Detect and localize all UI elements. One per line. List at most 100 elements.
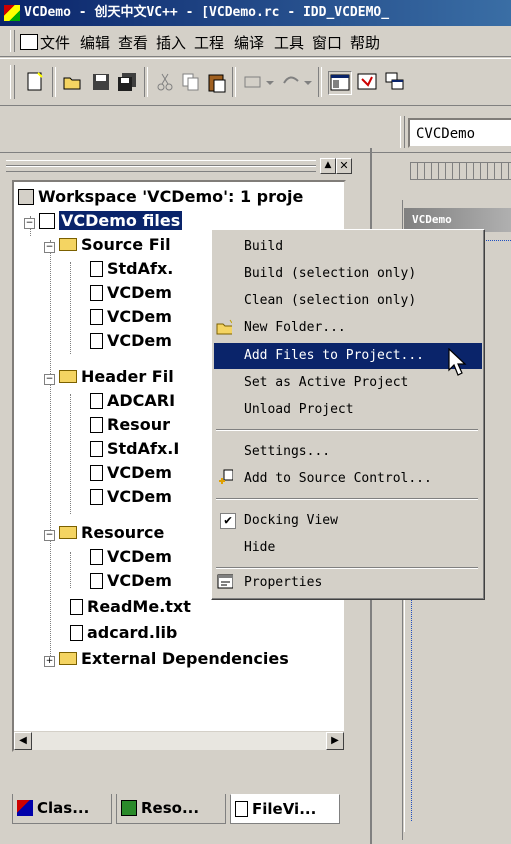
checkmark-icon: ✔ [220, 513, 236, 529]
scroll-right-icon[interactable]: ▶ [326, 732, 344, 750]
toolbar-grip[interactable] [10, 65, 15, 99]
project-node[interactable]: − VCDemo files [24, 210, 183, 232]
project-label: VCDemo files [59, 211, 183, 230]
menu-item-build-selection[interactable]: Build (selection only) [214, 261, 482, 287]
source-control-icon [219, 469, 233, 484]
list-item[interactable]: StdAfx. [90, 258, 173, 280]
paste-icon[interactable] [206, 71, 228, 93]
menu-separator [216, 429, 478, 431]
menu-item-docking-view[interactable]: ✔ Docking View [214, 508, 482, 534]
menu-item-label: Add to Source Control... [244, 471, 432, 486]
workspace-toggle-icon[interactable] [328, 71, 352, 95]
file-label: ReadMe.txt [87, 597, 191, 616]
list-item[interactable]: adcard.lib [70, 622, 177, 644]
window-title: VCDemo - 创天中文VC++ - [VCDemo.rc - IDD_VCD… [24, 5, 390, 20]
project-icon [39, 213, 55, 229]
toolbar-separator [318, 67, 322, 97]
cpp-file-icon [90, 333, 103, 349]
header-file-icon [90, 393, 103, 409]
list-item[interactable]: VCDem [90, 330, 172, 352]
header-file-icon [90, 489, 103, 505]
list-item[interactable]: VCDem [90, 306, 172, 328]
menu-item-hide[interactable]: Hide [214, 535, 482, 561]
maximize-pane-icon[interactable]: ▲ [320, 158, 336, 174]
output-toggle-icon[interactable] [356, 71, 378, 93]
menu-item-properties[interactable]: Properties [214, 570, 482, 596]
tab-label: Reso... [141, 799, 200, 817]
list-item[interactable]: VCDem [90, 486, 172, 508]
collapse-icon[interactable]: − [44, 374, 55, 385]
workspace-root[interactable]: Workspace 'VCDemo': 1 proje [18, 186, 303, 208]
header-file-icon [90, 417, 103, 433]
menu-item-label: Hide [244, 540, 276, 555]
collapse-icon[interactable]: − [44, 242, 55, 253]
menu-item-add-files[interactable]: Add Files to Project... [214, 343, 482, 369]
list-item[interactable]: Resour [90, 414, 170, 436]
expand-icon[interactable]: + [44, 656, 55, 667]
menu-doc-icon[interactable] [20, 34, 38, 50]
save-icon[interactable] [90, 71, 112, 93]
save-all-icon[interactable] [116, 71, 138, 93]
close-pane-icon[interactable]: ✕ [336, 158, 352, 174]
tab-resourceview[interactable]: Reso... [116, 794, 226, 824]
menu-edit[interactable]: 编辑 [80, 32, 110, 53]
menu-file[interactable]: 文件 [40, 32, 70, 53]
copy-icon[interactable] [180, 71, 202, 93]
file-label: VCDem [107, 331, 172, 350]
windows-icon[interactable] [384, 71, 406, 93]
open-folder-icon[interactable] [62, 71, 84, 93]
menu-item-settings[interactable]: Settings... [214, 439, 482, 465]
tree-line [50, 240, 51, 660]
cut-icon[interactable] [154, 71, 176, 93]
context-menu: Build Build (selection only) Clean (sele… [211, 229, 485, 600]
pane-gripper [6, 166, 316, 172]
wizard-toolbar-grip[interactable] [400, 116, 405, 148]
folder-header[interactable]: − Header Fil [44, 366, 174, 388]
file-label: VCDem [107, 571, 172, 590]
menu-item-unload[interactable]: Unload Project [214, 397, 482, 423]
horizontal-scrollbar[interactable]: ◀ ▶ [14, 731, 344, 750]
menu-item-clean-selection[interactable]: Clean (selection only) [214, 288, 482, 314]
scroll-left-icon[interactable]: ◀ [14, 732, 32, 750]
cpp-file-icon [90, 309, 103, 325]
menu-item-new-folder[interactable]: New Folder... [214, 315, 482, 341]
menu-item-build[interactable]: Build [214, 234, 482, 260]
collapse-icon[interactable]: − [44, 530, 55, 541]
toolbar [0, 58, 511, 106]
menu-view[interactable]: 查看 [118, 32, 148, 53]
list-item[interactable]: VCDem [90, 282, 172, 304]
new-file-icon[interactable] [24, 71, 46, 93]
menubar-grip[interactable] [10, 30, 15, 52]
collapse-icon[interactable]: − [24, 218, 35, 229]
menu-window[interactable]: 窗口 [312, 32, 342, 53]
folder-resource[interactable]: − Resource [44, 522, 164, 544]
list-item[interactable]: StdAfx.I [90, 438, 179, 460]
menu-bar: 文件 编辑 查看 插入 工程 编译 工具 窗口 帮助 [0, 26, 511, 57]
file-label: Resour [107, 415, 170, 434]
menu-item-label: Clean (selection only) [244, 293, 417, 308]
menu-help[interactable]: 帮助 [350, 32, 380, 53]
tab-fileview[interactable]: FileVi... [230, 794, 340, 824]
menu-insert[interactable]: 插入 [156, 32, 186, 53]
list-item[interactable]: ReadMe.txt [70, 596, 191, 618]
list-item[interactable]: VCDem [90, 570, 172, 592]
folder-open-icon [59, 370, 77, 383]
menu-separator [216, 498, 478, 500]
menu-item-source-control[interactable]: Add to Source Control... [214, 466, 482, 492]
list-item[interactable]: VCDem [90, 462, 172, 484]
folder-source[interactable]: − Source Fil [44, 234, 171, 256]
resource-file-icon [90, 573, 103, 589]
menu-separator [216, 567, 478, 569]
menu-tools[interactable]: 工具 [274, 32, 304, 53]
undo-icon[interactable] [242, 71, 276, 93]
list-item[interactable]: ADCARI [90, 390, 175, 412]
redo-icon[interactable] [280, 71, 314, 93]
folder-external[interactable]: + External Dependencies [44, 648, 289, 670]
class-combo[interactable]: CVCDemo [408, 118, 511, 148]
menu-build[interactable]: 编译 [234, 32, 264, 53]
tab-classview[interactable]: Clas... [12, 794, 112, 824]
menu-project[interactable]: 工程 [194, 32, 224, 53]
menu-item-set-active[interactable]: Set as Active Project [214, 370, 482, 396]
folder-closed-icon [59, 652, 77, 665]
list-item[interactable]: VCDem [90, 546, 172, 568]
